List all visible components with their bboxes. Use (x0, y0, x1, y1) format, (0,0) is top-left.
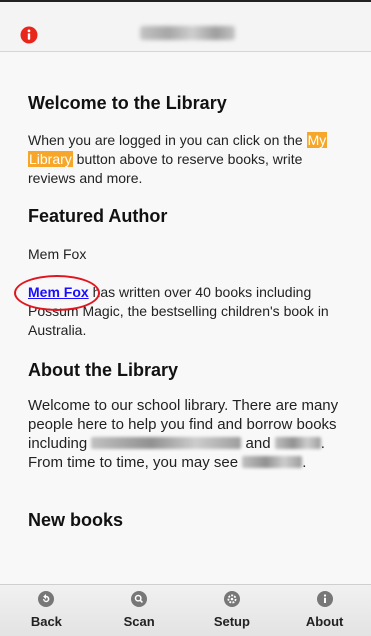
about-text-2: and (241, 435, 275, 452)
about-button[interactable]: About (278, 585, 371, 636)
info-icon (316, 591, 333, 607)
bottom-toolbar: Back Scan Setup About (0, 584, 371, 636)
featured-author-heading: Featured Author (28, 206, 168, 226)
welcome-heading: Welcome to the Library (28, 93, 227, 113)
setup-button[interactable]: Setup (186, 585, 279, 636)
back-label: Back (30, 614, 62, 629)
about-label: About (305, 614, 344, 629)
welcome-text: When you are logged in you can click on … (28, 131, 353, 188)
main-content: Welcome to the Library When you are logg… (0, 53, 371, 583)
new-books-heading: New books (28, 510, 124, 530)
app-screen: Welcome to the Library When you are logg… (0, 0, 371, 636)
welcome-text-before: When you are logged in you can click on … (28, 132, 307, 148)
blurred-app-title (140, 26, 235, 40)
author-description: Mem Fox has written over 40 books includ… (14, 275, 353, 340)
blurred-names (91, 437, 242, 449)
my-library-highlight: My (306, 132, 328, 148)
back-arrow-icon (38, 591, 55, 607)
about-text-4: . (302, 454, 307, 471)
scan-label: Scan (123, 614, 155, 629)
annotation-circle (14, 275, 100, 311)
info-icon[interactable] (20, 26, 38, 44)
search-icon (131, 591, 148, 607)
setup-label: Setup (213, 614, 250, 629)
blurred-name (274, 437, 321, 449)
back-button[interactable]: Back (0, 585, 93, 636)
author-name: Mem Fox (28, 246, 87, 262)
scan-button[interactable]: Scan (93, 585, 186, 636)
app-header (0, 0, 371, 52)
gear-icon (223, 591, 240, 607)
about-text: Welcome to our school library. There are… (28, 396, 353, 472)
my-library-highlight-2: Library (28, 151, 73, 167)
about-library-heading: About the Library (28, 360, 179, 380)
blurred-name-2 (242, 456, 303, 468)
